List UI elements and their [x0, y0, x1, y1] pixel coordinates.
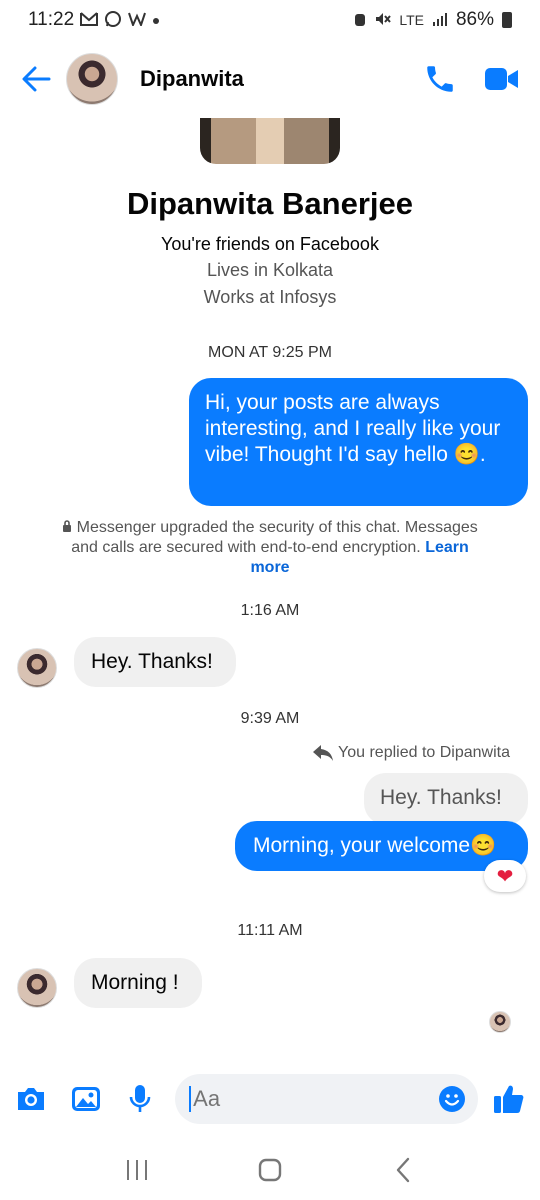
whatsapp-icon: [104, 10, 122, 31]
lives-line: Lives in Kolkata: [206, 260, 334, 280]
status-bar: 11:22 LTE 86%: [0, 0, 540, 40]
chat-header: Dipanwita: [0, 40, 540, 118]
w-icon: [128, 12, 147, 29]
gallery-button[interactable]: [66, 1079, 104, 1119]
message-bubble-incoming[interactable]: Morning !: [74, 958, 202, 1008]
quoted-message[interactable]: Hey. Thanks!: [364, 773, 528, 825]
home-button[interactable]: [250, 1150, 290, 1190]
heart-reaction-icon[interactable]: ❤: [484, 860, 526, 892]
battery-icon: [502, 12, 512, 28]
timestamp: 11:11 AM: [237, 922, 303, 939]
gmail-icon: [80, 11, 99, 29]
works-line: Works at Infosys: [203, 287, 337, 307]
thumbs-up-icon: [493, 1085, 524, 1113]
security-notice: Messenger upgraded the security of this …: [60, 518, 480, 578]
composer-bar: [0, 1068, 540, 1130]
recent-apps-button[interactable]: [117, 1150, 157, 1190]
dot-icon: [152, 12, 160, 28]
android-nav-bar: [0, 1140, 540, 1200]
signal-icon: [432, 12, 448, 29]
camera-icon: [18, 1088, 45, 1110]
mute-icon: [375, 12, 392, 29]
timestamp: 1:16 AM: [240, 602, 300, 619]
network-icon: LTE: [399, 12, 424, 28]
contact-avatar[interactable]: [66, 53, 118, 105]
security-text: Messenger upgraded the security of this …: [71, 519, 478, 556]
lock-icon: [63, 520, 72, 532]
voice-call-button[interactable]: [420, 59, 460, 99]
message-bubble-outgoing[interactable]: Hi, your posts are always interesting, a…: [189, 378, 528, 506]
alarm-icon: [353, 11, 367, 30]
nav-back-icon: [397, 1157, 410, 1183]
sender-avatar[interactable]: [17, 648, 57, 688]
nav-back-button[interactable]: [383, 1150, 423, 1190]
battery-percent: 86%: [455, 9, 494, 30]
profile-photo[interactable]: [200, 118, 340, 164]
emoji-icon: [438, 1086, 465, 1112]
phone-icon: [427, 66, 453, 92]
message-input[interactable]: [193, 1086, 434, 1112]
sender-avatar[interactable]: [17, 968, 57, 1008]
seen-receipt-avatar: [489, 1011, 511, 1033]
profile-full-name: Dipanwita Banerjee: [127, 186, 413, 221]
message-bubble-outgoing[interactable]: Morning, your welcome😊: [235, 821, 528, 871]
microphone-icon: [129, 1085, 151, 1112]
message-bubble-incoming[interactable]: Hey. Thanks!: [74, 637, 236, 687]
camera-button[interactable]: [12, 1079, 50, 1119]
back-button[interactable]: [18, 61, 54, 97]
friends-line: You're friends on Facebook: [161, 234, 379, 254]
home-icon: [258, 1158, 282, 1182]
message-input-container[interactable]: [175, 1074, 478, 1124]
like-button[interactable]: [490, 1079, 528, 1119]
video-call-button[interactable]: [482, 59, 522, 99]
reply-icon: [313, 745, 334, 761]
reply-note: You replied to Dipanwita: [312, 744, 510, 762]
status-time: 11:22: [28, 9, 75, 30]
image-icon: [71, 1087, 100, 1111]
reply-note-text: You replied to Dipanwita: [338, 744, 510, 761]
voice-clip-button[interactable]: [121, 1079, 159, 1119]
video-camera-icon: [485, 68, 518, 90]
recent-apps-icon: [126, 1160, 147, 1180]
text-caret: [189, 1086, 192, 1112]
timestamp: 9:39 AM: [240, 710, 300, 727]
contact-name[interactable]: Dipanwita: [140, 66, 420, 92]
timestamp: MON AT 9:25 PM: [208, 344, 332, 361]
emoji-button[interactable]: [438, 1085, 466, 1113]
back-arrow-icon: [22, 66, 51, 92]
